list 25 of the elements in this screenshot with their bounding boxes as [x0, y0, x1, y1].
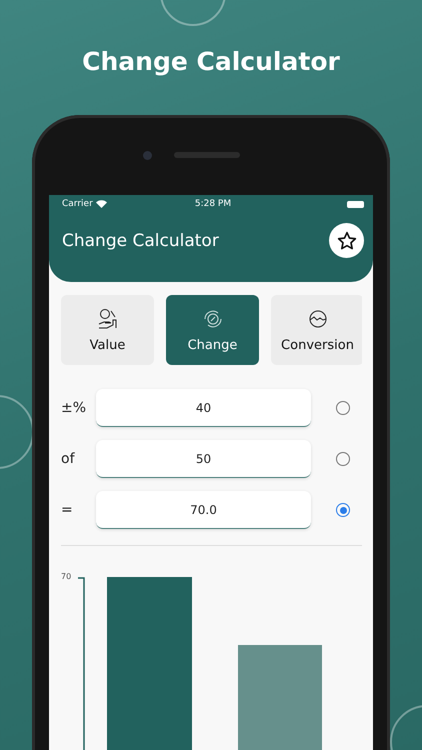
row-label: of [61, 451, 76, 467]
page-headline: Change Calculator [82, 46, 340, 78]
row-label: = [61, 502, 74, 518]
mode-tab[interactable]: Change [166, 295, 259, 365]
coin-hand-icon [96, 308, 118, 330]
number-field[interactable]: 40 [96, 389, 311, 427]
radio-button[interactable] [336, 401, 350, 415]
axis-tick-label: 70 [61, 572, 72, 581]
star-icon [336, 230, 356, 250]
wave-circle-icon [306, 308, 328, 330]
camera-icon [142, 150, 152, 160]
carrier-label: Carrier [62, 199, 93, 209]
mode-tab[interactable]: Value [61, 295, 154, 365]
mode-tab[interactable]: Conversion [271, 295, 362, 365]
number-field[interactable]: 70.0 [96, 491, 311, 529]
favorite-button[interactable] [329, 223, 364, 258]
percent-cycle-icon [202, 308, 224, 330]
row-label: ±% [61, 400, 88, 416]
radio-button[interactable] [336, 503, 350, 517]
wifi-icon [96, 200, 107, 208]
number-field[interactable]: 50 [96, 440, 311, 478]
status-time: 5:28 PM [194, 199, 232, 209]
radio-button[interactable] [336, 452, 350, 466]
app-title: Change Calculator [62, 230, 219, 250]
battery-icon [346, 200, 364, 208]
